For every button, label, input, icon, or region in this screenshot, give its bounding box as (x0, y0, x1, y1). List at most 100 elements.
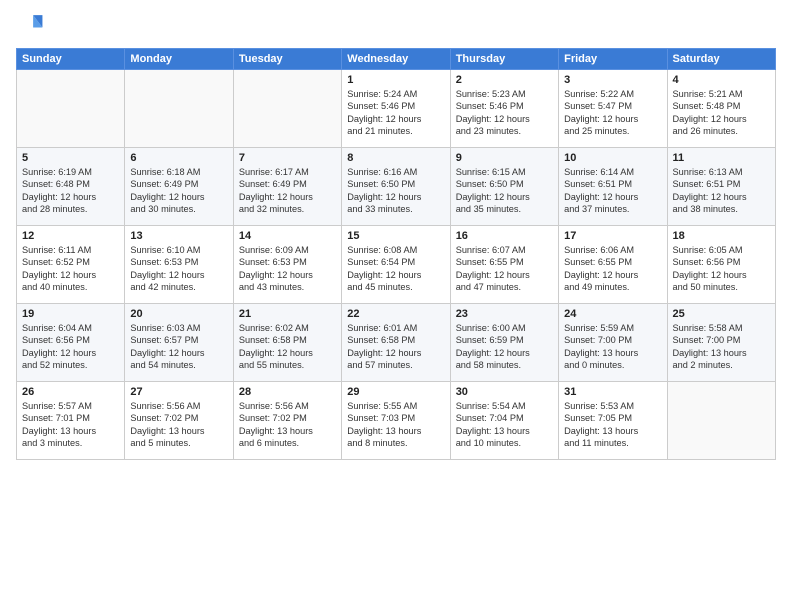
day-info: Sunrise: 6:04 AM Sunset: 6:56 PM Dayligh… (22, 322, 119, 372)
day-number: 5 (22, 152, 119, 164)
week-row-1: 1 Sunrise: 5:24 AM Sunset: 5:46 PM Daylig… (17, 70, 776, 148)
day-info: Sunrise: 6:03 AM Sunset: 6:57 PM Dayligh… (130, 322, 227, 372)
day-info: Sunrise: 5:59 AM Sunset: 7:00 PM Dayligh… (564, 322, 661, 372)
day-number: 26 (22, 386, 119, 398)
day-info: Sunrise: 6:18 AM Sunset: 6:49 PM Dayligh… (130, 166, 227, 216)
day-info: Sunrise: 6:11 AM Sunset: 6:52 PM Dayligh… (22, 244, 119, 294)
day-info: Sunrise: 6:01 AM Sunset: 6:58 PM Dayligh… (347, 322, 444, 372)
week-row-2: 5 Sunrise: 6:19 AM Sunset: 6:48 PM Daylig… (17, 148, 776, 226)
calendar-cell (233, 70, 341, 148)
day-info: Sunrise: 6:02 AM Sunset: 6:58 PM Dayligh… (239, 322, 336, 372)
calendar-cell: 14 Sunrise: 6:09 AM Sunset: 6:53 PM Dayli… (233, 226, 341, 304)
logo (16, 12, 48, 40)
day-info: Sunrise: 6:19 AM Sunset: 6:48 PM Dayligh… (22, 166, 119, 216)
calendar-cell: 30 Sunrise: 5:54 AM Sunset: 7:04 PM Dayli… (450, 382, 558, 460)
day-number: 23 (456, 308, 553, 320)
calendar-cell: 18 Sunrise: 6:05 AM Sunset: 6:56 PM Dayli… (667, 226, 775, 304)
week-row-5: 26 Sunrise: 5:57 AM Sunset: 7:01 PM Dayli… (17, 382, 776, 460)
calendar-cell: 22 Sunrise: 6:01 AM Sunset: 6:58 PM Dayli… (342, 304, 450, 382)
day-info: Sunrise: 5:24 AM Sunset: 5:46 PM Dayligh… (347, 88, 444, 138)
day-number: 20 (130, 308, 227, 320)
day-number: 2 (456, 74, 553, 86)
day-number: 30 (456, 386, 553, 398)
day-number: 10 (564, 152, 661, 164)
week-row-3: 12 Sunrise: 6:11 AM Sunset: 6:52 PM Dayli… (17, 226, 776, 304)
day-info: Sunrise: 5:58 AM Sunset: 7:00 PM Dayligh… (673, 322, 770, 372)
day-info: Sunrise: 5:53 AM Sunset: 7:05 PM Dayligh… (564, 400, 661, 450)
day-info: Sunrise: 5:57 AM Sunset: 7:01 PM Dayligh… (22, 400, 119, 450)
day-info: Sunrise: 5:23 AM Sunset: 5:46 PM Dayligh… (456, 88, 553, 138)
day-info: Sunrise: 5:56 AM Sunset: 7:02 PM Dayligh… (130, 400, 227, 450)
calendar-cell (667, 382, 775, 460)
calendar-cell: 16 Sunrise: 6:07 AM Sunset: 6:55 PM Dayli… (450, 226, 558, 304)
day-info: Sunrise: 6:09 AM Sunset: 6:53 PM Dayligh… (239, 244, 336, 294)
day-info: Sunrise: 6:15 AM Sunset: 6:50 PM Dayligh… (456, 166, 553, 216)
day-info: Sunrise: 6:14 AM Sunset: 6:51 PM Dayligh… (564, 166, 661, 216)
day-number: 21 (239, 308, 336, 320)
day-info: Sunrise: 5:54 AM Sunset: 7:04 PM Dayligh… (456, 400, 553, 450)
calendar-cell: 17 Sunrise: 6:06 AM Sunset: 6:55 PM Dayli… (559, 226, 667, 304)
day-number: 4 (673, 74, 770, 86)
calendar-cell: 2 Sunrise: 5:23 AM Sunset: 5:46 PM Daylig… (450, 70, 558, 148)
calendar-cell: 9 Sunrise: 6:15 AM Sunset: 6:50 PM Daylig… (450, 148, 558, 226)
day-info: Sunrise: 6:17 AM Sunset: 6:49 PM Dayligh… (239, 166, 336, 216)
weekday-saturday: Saturday (667, 49, 775, 70)
logo-icon (16, 12, 44, 40)
day-info: Sunrise: 6:00 AM Sunset: 6:59 PM Dayligh… (456, 322, 553, 372)
calendar-cell: 10 Sunrise: 6:14 AM Sunset: 6:51 PM Dayli… (559, 148, 667, 226)
calendar-cell: 31 Sunrise: 5:53 AM Sunset: 7:05 PM Dayli… (559, 382, 667, 460)
calendar-cell: 11Sunrise: 6:13 AM Sunset: 6:51 PM Dayli… (667, 148, 775, 226)
calendar-cell: 19 Sunrise: 6:04 AM Sunset: 6:56 PM Dayli… (17, 304, 125, 382)
day-number: 1 (347, 74, 444, 86)
calendar-cell: 25 Sunrise: 5:58 AM Sunset: 7:00 PM Dayli… (667, 304, 775, 382)
day-number: 7 (239, 152, 336, 164)
calendar-cell: 4 Sunrise: 5:21 AM Sunset: 5:48 PM Daylig… (667, 70, 775, 148)
day-info: Sunrise: 6:08 AM Sunset: 6:54 PM Dayligh… (347, 244, 444, 294)
calendar-cell: 20 Sunrise: 6:03 AM Sunset: 6:57 PM Dayli… (125, 304, 233, 382)
day-number: 14 (239, 230, 336, 242)
calendar-cell: 12 Sunrise: 6:11 AM Sunset: 6:52 PM Dayli… (17, 226, 125, 304)
calendar-cell (125, 70, 233, 148)
calendar-cell: 8 Sunrise: 6:16 AM Sunset: 6:50 PM Daylig… (342, 148, 450, 226)
day-number: 17 (564, 230, 661, 242)
weekday-sunday: Sunday (17, 49, 125, 70)
calendar-cell: 3Sunrise: 5:22 AM Sunset: 5:47 PM Daylig… (559, 70, 667, 148)
day-info: Sunrise: 6:05 AM Sunset: 6:56 PM Dayligh… (673, 244, 770, 294)
day-number: 29 (347, 386, 444, 398)
day-info: Sunrise: 6:16 AM Sunset: 6:50 PM Dayligh… (347, 166, 444, 216)
weekday-friday: Friday (559, 49, 667, 70)
day-number: 15 (347, 230, 444, 242)
calendar-cell: 26 Sunrise: 5:57 AM Sunset: 7:01 PM Dayli… (17, 382, 125, 460)
calendar-cell: 7 Sunrise: 6:17 AM Sunset: 6:49 PM Daylig… (233, 148, 341, 226)
calendar-cell: 23 Sunrise: 6:00 AM Sunset: 6:59 PM Dayli… (450, 304, 558, 382)
calendar-cell: 13Sunrise: 6:10 AM Sunset: 6:53 PM Dayli… (125, 226, 233, 304)
weekday-wednesday: Wednesday (342, 49, 450, 70)
day-number: 3 (564, 74, 661, 86)
calendar-cell: 5 Sunrise: 6:19 AM Sunset: 6:48 PM Daylig… (17, 148, 125, 226)
day-number: 27 (130, 386, 227, 398)
day-info: Sunrise: 6:13 AM Sunset: 6:51 PM Dayligh… (673, 166, 770, 216)
calendar-cell: 21 Sunrise: 6:02 AM Sunset: 6:58 PM Dayli… (233, 304, 341, 382)
day-number: 25 (673, 308, 770, 320)
day-number: 19 (22, 308, 119, 320)
calendar-cell: 28Sunrise: 5:56 AM Sunset: 7:02 PM Dayli… (233, 382, 341, 460)
calendar-cell: 1 Sunrise: 5:24 AM Sunset: 5:46 PM Daylig… (342, 70, 450, 148)
day-info: Sunrise: 6:06 AM Sunset: 6:55 PM Dayligh… (564, 244, 661, 294)
calendar: SundayMondayTuesdayWednesdayThursdayFrid… (16, 48, 776, 460)
weekday-monday: Monday (125, 49, 233, 70)
day-number: 6 (130, 152, 227, 164)
header (16, 12, 776, 40)
day-number: 8 (347, 152, 444, 164)
calendar-cell: 29Sunrise: 5:55 AM Sunset: 7:03 PM Dayli… (342, 382, 450, 460)
day-info: Sunrise: 6:10 AM Sunset: 6:53 PM Dayligh… (130, 244, 227, 294)
calendar-cell: 27 Sunrise: 5:56 AM Sunset: 7:02 PM Dayli… (125, 382, 233, 460)
day-number: 22 (347, 308, 444, 320)
day-number: 31 (564, 386, 661, 398)
day-info: Sunrise: 5:21 AM Sunset: 5:48 PM Dayligh… (673, 88, 770, 138)
day-number: 18 (673, 230, 770, 242)
day-number: 12 (22, 230, 119, 242)
day-number: 9 (456, 152, 553, 164)
day-number: 16 (456, 230, 553, 242)
day-info: Sunrise: 6:07 AM Sunset: 6:55 PM Dayligh… (456, 244, 553, 294)
day-number: 28 (239, 386, 336, 398)
